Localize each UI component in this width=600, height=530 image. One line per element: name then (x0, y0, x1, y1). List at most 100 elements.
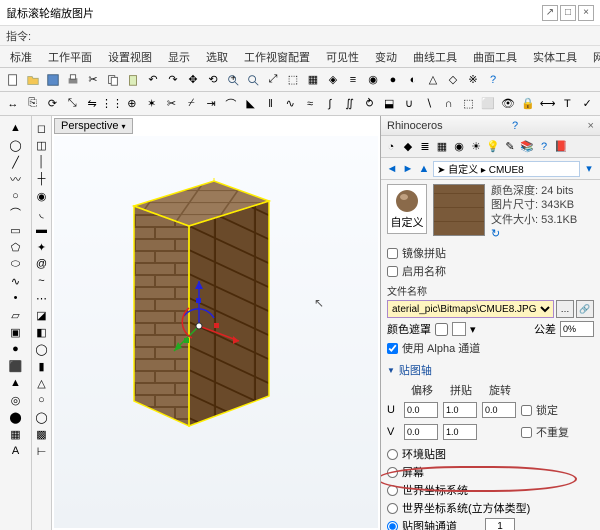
point-icon[interactable]: • (8, 290, 24, 306)
menu-curve[interactable]: 曲线工具 (407, 47, 463, 67)
cylinder-icon[interactable]: ⬛ (8, 358, 24, 374)
sel-cross-icon[interactable]: ◫ (34, 137, 50, 153)
tab-material-icon[interactable]: ◆ (400, 139, 416, 155)
menu-mesh[interactable]: 网格工具 (587, 47, 600, 67)
surface-icon[interactable]: ▱ (8, 307, 24, 323)
panel-help-icon[interactable]: ? (512, 120, 518, 132)
tab-light-icon[interactable]: 💡 (485, 139, 501, 155)
radio-env[interactable] (387, 449, 398, 460)
tab-more-icon[interactable]: 📕 (553, 139, 569, 155)
sel-win-icon[interactable]: ◻ (34, 120, 50, 136)
rotate2-icon[interactable]: ⟳ (44, 95, 62, 113)
material-thumb[interactable]: 自定义 (387, 184, 427, 234)
revolve-icon[interactable]: ⥁ (361, 95, 379, 113)
radio-channel[interactable] (387, 521, 398, 530)
command-row[interactable]: 指令: (0, 26, 600, 46)
pan-icon[interactable]: ✥ (184, 71, 202, 89)
scale-icon[interactable]: ⤡ (63, 95, 81, 113)
u-offset[interactable]: 0.0 (404, 402, 438, 418)
chamfer-icon[interactable]: ◣ (242, 95, 260, 113)
zoom-out-icon[interactable] (244, 71, 262, 89)
tab-lib-icon[interactable]: 📚 (519, 139, 535, 155)
text2-icon[interactable]: A (8, 443, 24, 459)
pipe-icon[interactable]: ⬤ (8, 409, 24, 425)
menu-solid[interactable]: 实体工具 (527, 47, 583, 67)
spiral-icon[interactable]: @ (34, 256, 50, 272)
v-tile[interactable]: 1.0 (443, 424, 477, 440)
maximize-button[interactable]: □ (560, 5, 576, 21)
rect2-icon[interactable]: ▬ (34, 222, 50, 238)
menu-standard[interactable]: 标准 (4, 47, 38, 67)
tab-camera-icon[interactable]: ◉ (451, 139, 467, 155)
extend-icon[interactable]: ⇥ (202, 95, 220, 113)
chk-alpha[interactable] (387, 343, 398, 354)
group-icon[interactable]: ⬚ (460, 95, 478, 113)
chk-lock[interactable] (521, 405, 532, 416)
undo-icon[interactable]: ↶ (144, 71, 162, 89)
ring-icon[interactable]: ○ (34, 392, 50, 408)
wireframe-icon[interactable]: △ (424, 71, 442, 89)
torus-icon[interactable]: ◎ (8, 392, 24, 408)
chk-mirror[interactable] (387, 248, 398, 259)
offset-icon[interactable]: ‖ (262, 95, 280, 113)
ellipsoid2-icon[interactable]: ◯ (34, 341, 50, 357)
file-path-select[interactable]: aterial_pic\Bitmaps\CMUE8.JPG (387, 300, 554, 318)
boolean-i-icon[interactable]: ∩ (440, 95, 458, 113)
blend-icon[interactable]: ∿ (281, 95, 299, 113)
explode-icon[interactable]: ✶ (143, 95, 161, 113)
tube-icon[interactable]: ▮ (34, 358, 50, 374)
arc-icon[interactable]: ⌒ (8, 205, 24, 221)
extrude-icon[interactable]: ⬓ (380, 95, 398, 113)
pyr-icon[interactable]: △ (34, 375, 50, 391)
analyze-icon[interactable]: ✓ (578, 95, 596, 113)
arc2-icon[interactable]: ◟ (34, 205, 50, 221)
view-top-icon[interactable]: ▦ (304, 71, 322, 89)
properties-icon[interactable]: ◉ (364, 71, 382, 89)
pts-icon[interactable]: ⋯ (34, 290, 50, 306)
u-rot[interactable]: 0.0 (482, 402, 516, 418)
cone-icon[interactable]: ▲ (8, 375, 24, 391)
xray-icon[interactable]: ※ (464, 71, 482, 89)
nav-up-icon[interactable]: ▲ (417, 162, 431, 176)
shade-icon[interactable]: ◐ (404, 71, 422, 89)
tab-layers-icon[interactable]: ≣ (417, 139, 433, 155)
srf2-icon[interactable]: ◪ (34, 307, 50, 323)
ghosted-icon[interactable]: ◇ (444, 71, 462, 89)
render-icon[interactable]: ● (384, 71, 402, 89)
paste-icon[interactable] (124, 71, 142, 89)
radio-wcs[interactable] (387, 485, 398, 496)
nav-fwd-icon[interactable]: ► (401, 162, 415, 176)
rotate-icon[interactable]: ⟲ (204, 71, 222, 89)
menu-surface[interactable]: 曲面工具 (467, 47, 523, 67)
copy2-icon[interactable]: ⎘ (24, 95, 42, 113)
pointer-icon[interactable]: ▲ (8, 120, 24, 136)
layers-icon[interactable]: ≡ (344, 71, 362, 89)
chk-diff[interactable] (521, 427, 532, 438)
meshbox-icon[interactable]: ▩ (34, 426, 50, 442)
copy-icon[interactable] (104, 71, 122, 89)
chk-usename[interactable] (387, 266, 398, 277)
tline-icon[interactable]: ┼ (34, 171, 50, 187)
dim2-icon[interactable]: ⊢ (34, 443, 50, 459)
radio-screen[interactable] (387, 467, 398, 478)
move-icon[interactable]: ↔ (4, 95, 22, 113)
v-offset[interactable]: 0.0 (404, 424, 438, 440)
dim-icon[interactable]: ⟷ (539, 95, 557, 113)
loft-icon[interactable]: ≈ (301, 95, 319, 113)
new-icon[interactable] (4, 71, 22, 89)
model-box[interactable] (114, 166, 284, 446)
sphere-icon[interactable]: ● (8, 341, 24, 357)
tab-notes-icon[interactable]: ✎ (502, 139, 518, 155)
menu-transform[interactable]: 变动 (369, 47, 403, 67)
mesh-icon[interactable]: ▦ (8, 426, 24, 442)
help-icon[interactable]: ? (484, 71, 502, 89)
viewport[interactable]: ↖ (54, 136, 378, 528)
save-icon[interactable] (44, 71, 62, 89)
browse-button[interactable]: … (556, 300, 574, 318)
circ2-icon[interactable]: ◉ (34, 188, 50, 204)
ungroup-icon[interactable]: ⬜ (479, 95, 497, 113)
nav-menu-icon[interactable]: ▾ (582, 162, 596, 176)
view-persp-icon[interactable]: ◈ (324, 71, 342, 89)
link-button[interactable]: 🔗 (576, 300, 594, 318)
lasso-icon[interactable]: ◯ (8, 137, 24, 153)
